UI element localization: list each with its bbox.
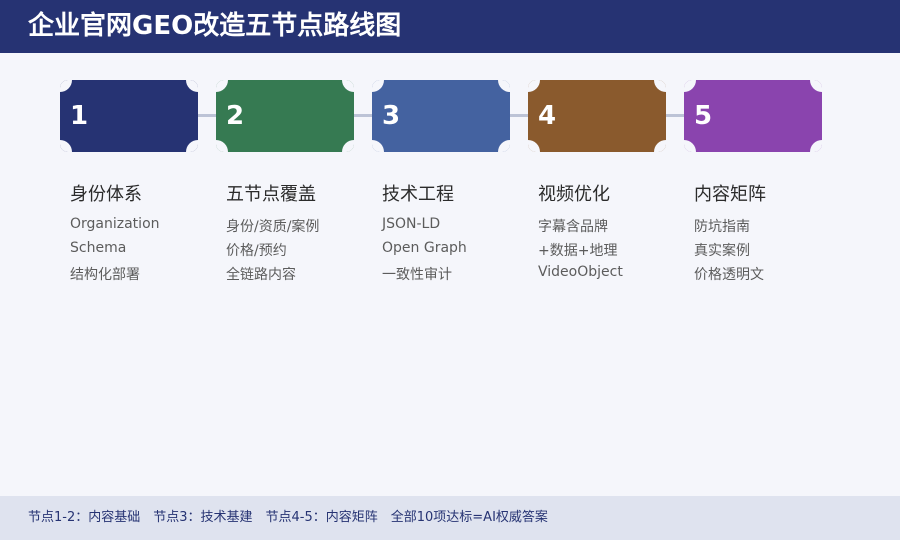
connector-2-3 (354, 114, 372, 117)
step-5-line-3: 价格透明文 (694, 267, 764, 283)
step-box-2: 2 (216, 80, 354, 152)
step-2-line-2: 价格/预约 (226, 243, 287, 259)
step-box-3: 3 (372, 80, 510, 152)
step-4-line-2: +数据+地理 (538, 243, 618, 259)
step-box-4: 4 (528, 80, 666, 152)
step-1-line-3: 结构化部署 (70, 267, 140, 283)
step-number-1: 1 (70, 101, 89, 131)
step-number-2: 2 (226, 101, 245, 131)
step-5-line-1: 防坑指南 (694, 219, 750, 235)
connector-3-4 (510, 114, 528, 117)
step-4-line-3: VideoObject (538, 264, 623, 280)
step-number-4: 4 (538, 101, 557, 131)
step-box-1: 1 (60, 80, 198, 152)
step-title-2: 五节点覆盖 (226, 184, 316, 205)
connector-4-5 (666, 114, 684, 117)
step-title-3: 技术工程 (382, 184, 454, 205)
step-3-line-1: JSON-LD (382, 216, 441, 232)
step-number-5: 5 (694, 101, 713, 131)
footer-bar: 节点1-2：内容基础 节点3：技术基建 节点4-5：内容矩阵 全部10项达标=A… (0, 496, 900, 540)
step-title-4: 视频优化 (538, 184, 610, 205)
step-1-line-1: Organization (70, 216, 160, 232)
step-box-5: 5 (684, 80, 822, 152)
step-number-3: 3 (382, 101, 401, 131)
connector-1-2 (198, 114, 216, 117)
step-2-line-1: 身份/资质/案例 (226, 219, 320, 235)
footer-summary: 节点1-2：内容基础 节点3：技术基建 节点4-5：内容矩阵 全部10项达标=A… (28, 510, 548, 525)
page-title: 企业官网GEO改造五节点路线图 (28, 11, 402, 41)
step-4-line-1: 字幕含品牌 (538, 219, 608, 235)
step-3-line-3: 一致性审计 (382, 267, 452, 283)
step-5-line-2: 真实案例 (694, 243, 750, 259)
step-3-line-2: Open Graph (382, 240, 467, 256)
header-bar: 企业官网GEO改造五节点路线图 (0, 0, 900, 53)
step-title-5: 内容矩阵 (694, 184, 766, 205)
step-1-line-2: Schema (70, 240, 127, 256)
step-title-1: 身份体系 (70, 184, 142, 205)
step-2-line-3: 全链路内容 (226, 267, 296, 283)
